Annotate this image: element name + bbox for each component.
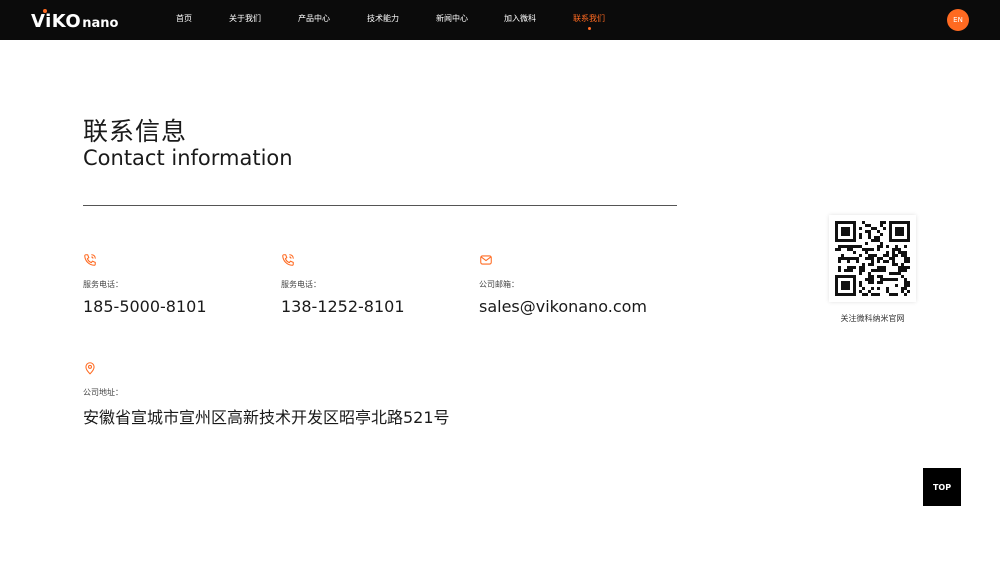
phone-icon xyxy=(83,252,97,266)
mail-icon xyxy=(479,252,493,266)
language-switch-button[interactable]: EN xyxy=(947,9,969,31)
nav-item-news[interactable]: 新闻中心 xyxy=(436,13,468,24)
email-label: 公司邮箱： xyxy=(479,280,519,289)
page-title: 联系信息 xyxy=(83,117,188,146)
phone2-value[interactable]: 138-1252-8101 xyxy=(281,297,405,316)
back-to-top-button[interactable]: TOP xyxy=(923,468,961,506)
email-value[interactable]: sales@vikonano.com xyxy=(479,297,647,316)
active-nav-indicator xyxy=(587,27,591,30)
page-subtitle: Contact information xyxy=(83,146,293,170)
phone1-label: 服务电话： xyxy=(83,280,123,289)
address-value: 安徽省宣城市宣州区高新技术开发区昭亭北路521号 xyxy=(83,408,450,427)
phone2-label: 服务电话： xyxy=(281,280,321,289)
top-navigation-bar: ViKO nano 首页 关于我们 产品中心 技术能力 新闻中心 加入微科 联系… xyxy=(0,0,1000,40)
nav-item-home[interactable]: 首页 xyxy=(176,13,192,24)
phone1-value[interactable]: 185-5000-8101 xyxy=(83,297,207,316)
qr-code-image xyxy=(835,221,910,296)
wechat-qr-code xyxy=(829,215,916,302)
main-nav: 首页 关于我们 产品中心 技术能力 新闻中心 加入微科 联系我们 xyxy=(0,0,1000,40)
nav-item-about[interactable]: 关于我们 xyxy=(229,13,261,24)
nav-item-technology[interactable]: 技术能力 xyxy=(367,13,399,24)
nav-item-products[interactable]: 产品中心 xyxy=(298,13,330,24)
location-pin-icon xyxy=(83,360,97,375)
nav-item-contact[interactable]: 联系我们 xyxy=(573,13,605,30)
phone-icon xyxy=(281,252,295,266)
address-label: 公司地址： xyxy=(83,388,123,397)
title-divider xyxy=(83,205,677,206)
nav-item-join[interactable]: 加入微科 xyxy=(504,13,536,24)
nav-item-contact-label: 联系我们 xyxy=(573,14,605,23)
qr-caption: 关注微科纳米官网 xyxy=(840,314,905,323)
